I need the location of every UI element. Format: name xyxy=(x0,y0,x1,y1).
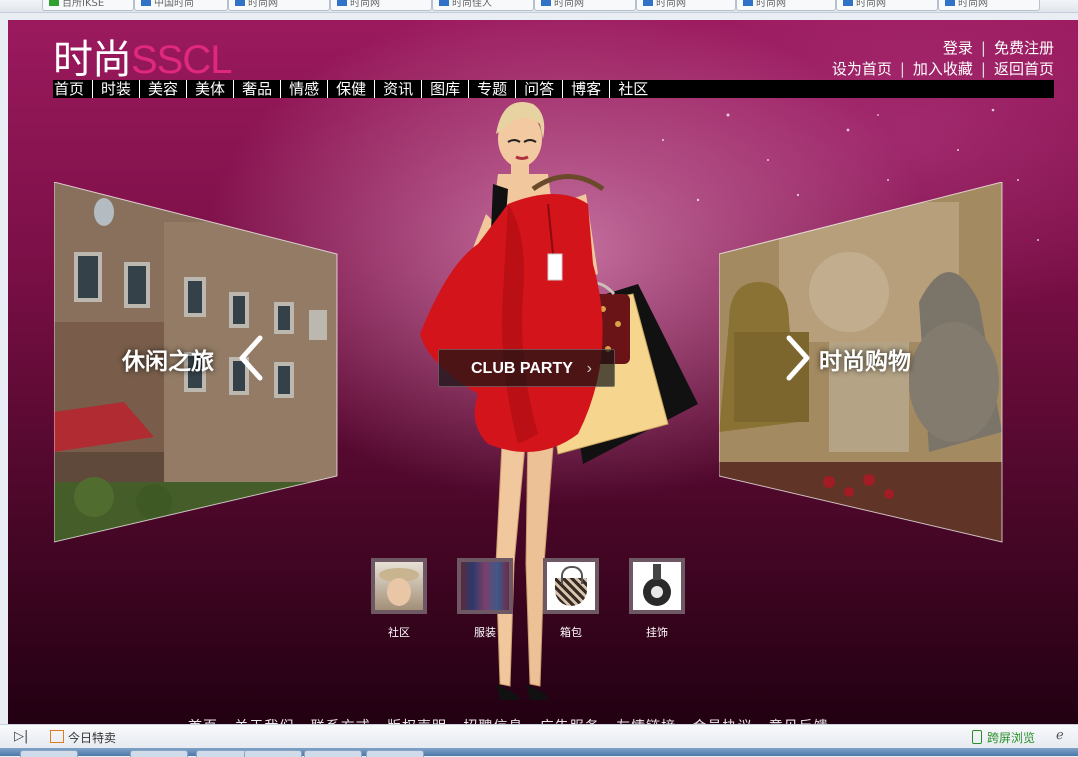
back-home-link[interactable]: 返回首页 xyxy=(994,60,1054,78)
nav-item-luxury[interactable]: 奢品 xyxy=(234,80,282,98)
leisure-travel-panel[interactable]: 休闲之旅 xyxy=(53,181,340,544)
tab-favicon-icon xyxy=(337,0,347,6)
tab-favicon-icon xyxy=(141,0,151,6)
fashion-model-illustration xyxy=(420,102,698,700)
browser-tab[interactable]: 时尚网 xyxy=(636,0,736,11)
tab-favicon-icon xyxy=(439,0,449,6)
tab-favicon-icon xyxy=(643,0,653,6)
thumb-accessories-label: 挂饰 xyxy=(646,626,668,639)
browser-tab[interactable]: 百所IKSE xyxy=(42,0,134,11)
club-party-button[interactable]: CLUB PARTY › xyxy=(438,349,615,387)
thumb-accessories[interactable] xyxy=(629,558,685,614)
nav-item-body[interactable]: 美体 xyxy=(187,80,235,98)
tab-favicon-icon xyxy=(541,0,551,6)
clothes-rack-photo-icon xyxy=(461,562,509,610)
expand-sidebar-icon[interactable]: ▷| xyxy=(14,729,28,744)
browser-tab[interactable]: 时尚网 xyxy=(330,0,432,11)
woman-hat-photo-icon xyxy=(375,562,423,610)
browser-tab[interactable]: 时尚网 xyxy=(836,0,938,11)
chevron-right-icon: › xyxy=(586,360,592,377)
add-favorite-link[interactable]: 加入收藏 xyxy=(913,60,973,78)
thumb-clothing[interactable] xyxy=(457,558,513,614)
nav-item-health[interactable]: 保健 xyxy=(328,80,376,98)
thumb-community-label: 社区 xyxy=(388,626,410,639)
thumb-clothing-label: 服装 xyxy=(474,626,496,639)
browser-tab[interactable]: 时尚网 xyxy=(938,0,1040,11)
page-viewport: 时尚SSCL 登录 | 免费注册 设为首页 | 加入收藏 | 返回首页 首页 时装 美容 美… xyxy=(8,20,1078,724)
top-links: 登录 | 免费注册 设为首页 | 加入收藏 | 返回首页 xyxy=(831,39,1054,78)
login-link[interactable]: 登录 xyxy=(943,39,973,57)
daily-deal-button[interactable]: 今日特卖 xyxy=(50,729,116,746)
tab-favicon-icon xyxy=(235,0,245,6)
fashion-shopping-panel[interactable]: 时尚购物 xyxy=(718,181,1005,544)
gift-icon xyxy=(50,730,64,743)
nav-item-beauty[interactable]: 美容 xyxy=(140,80,188,98)
leisure-travel-label: 休闲之旅 xyxy=(122,349,214,375)
fashion-shopping-label: 时尚购物 xyxy=(819,349,911,375)
chevron-right-icon[interactable] xyxy=(783,334,813,382)
set-homepage-link[interactable]: 设为首页 xyxy=(832,60,892,78)
browser-tab[interactable]: 时尚网 xyxy=(736,0,836,11)
thumb-bags[interactable] xyxy=(543,558,599,614)
footer-links[interactable]: 首页 · 关于我们 · 联系方式 · 版权声明 · 招聘信息 · 广告服务 · … xyxy=(188,716,829,724)
browser-tab[interactable]: 时尚佳人 xyxy=(432,0,534,11)
browser-tab[interactable]: 时尚网 xyxy=(228,0,330,11)
browser-tab-strip: 百所IKSE 中国时尚 时尚网 时尚网 时尚佳人 时尚网 时尚网 时尚网 时尚网… xyxy=(0,0,1078,13)
chevron-left-icon[interactable] xyxy=(236,334,266,382)
tab-favicon-icon xyxy=(843,0,853,6)
register-link[interactable]: 免费注册 xyxy=(994,39,1054,57)
tab-favicon-icon xyxy=(49,0,59,6)
pendant-photo-icon xyxy=(633,562,681,610)
handbag-photo-icon xyxy=(547,562,595,610)
nav-item-emotion[interactable]: 情感 xyxy=(281,80,329,98)
tab-favicon-icon xyxy=(945,0,955,6)
nav-item-home[interactable]: 首页 xyxy=(53,80,94,98)
browser-tab[interactable]: 中国时尚 xyxy=(134,0,228,11)
cross-screen-button[interactable]: 跨屏浏览 xyxy=(972,729,1035,746)
site-logo[interactable]: 时尚SSCL xyxy=(53,38,232,82)
browser-tab[interactable]: 时尚网 xyxy=(534,0,636,11)
tab-favicon-icon xyxy=(743,0,753,6)
ie-mode-icon[interactable]: ℯ xyxy=(1056,728,1064,743)
thumb-bags-label: 箱包 xyxy=(560,626,582,639)
thumb-community[interactable] xyxy=(371,558,427,614)
nav-item-fashion[interactable]: 时装 xyxy=(93,80,141,98)
browser-status-bar: ▷| 今日特卖 跨屏浏览 ℯ xyxy=(0,724,1078,749)
phone-icon xyxy=(972,730,982,744)
